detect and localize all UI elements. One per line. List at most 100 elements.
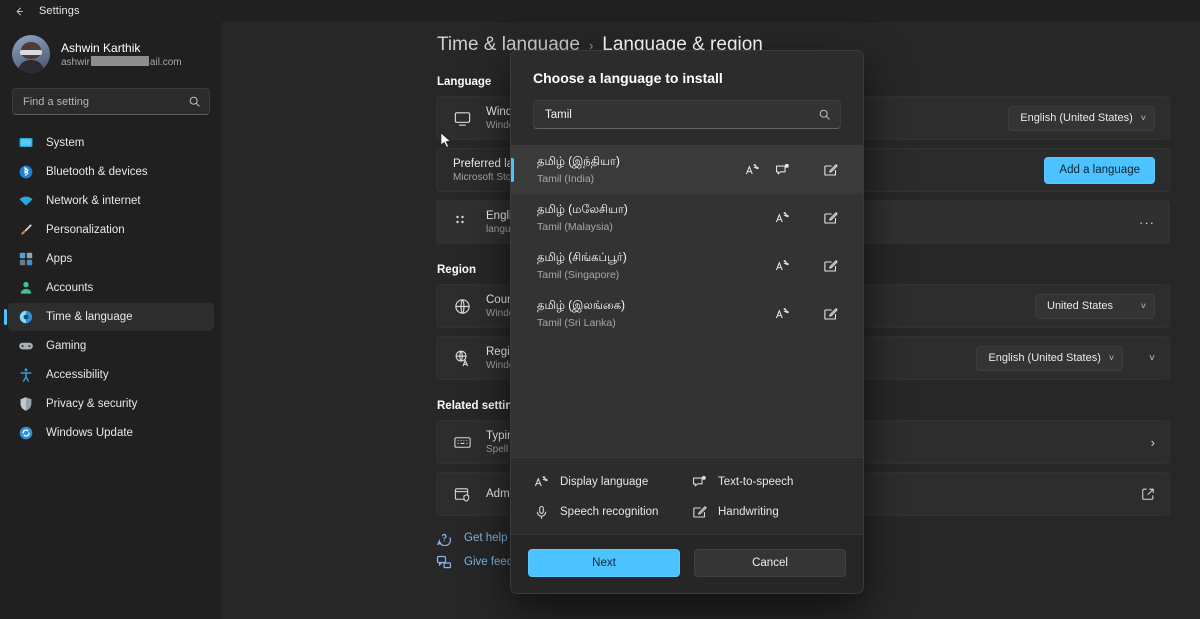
language-list-item[interactable]: தமிழ் (இலங்கை) Tamil (Sri Lanka) (511, 290, 863, 338)
sidebar: Ashwin Karthik ashwir ail.com Find a sett… (0, 22, 222, 619)
drag-handle-icon[interactable] (453, 213, 472, 232)
account-block[interactable]: Ashwin Karthik ashwir ail.com (0, 22, 222, 73)
country-region-dropdown[interactable]: United States ˅ (1035, 293, 1155, 319)
language-feature-icons (767, 208, 845, 228)
language-list-item[interactable]: தமிழ் (சிங்கப்பூர்) Tamil (Singapore) (511, 242, 863, 290)
email-redaction (90, 55, 149, 66)
sidebar-item-label: Time & language (46, 311, 133, 323)
avatar (12, 35, 50, 73)
sidebar-item-network-internet[interactable]: Network & internet (8, 187, 214, 215)
refresh-icon (18, 425, 34, 441)
sidebar-item-bluetooth-devices[interactable]: Bluetooth & devices (8, 158, 214, 186)
monitor-icon (18, 135, 34, 151)
globe-icon (453, 297, 472, 316)
dropdown-value: English (United States) (988, 352, 1101, 364)
settings-window: Settings Ashwin Karthik ashwir ail.com Fi… (0, 0, 1200, 619)
legend-display-language: Display language (533, 474, 691, 490)
legend-text-to-speech: Text-to-speech (691, 474, 841, 490)
sidebar-item-label: Accounts (46, 282, 94, 294)
back-button[interactable] (8, 2, 30, 20)
cancel-button[interactable]: Cancel (694, 549, 846, 577)
language-search-input[interactable]: Tamil (533, 100, 841, 129)
wifi-icon (18, 193, 34, 209)
language-feature-icons (767, 256, 845, 276)
expand-chevron-icon[interactable]: ˅ (1149, 353, 1155, 364)
chevron-down-icon: ˅ (1108, 353, 1115, 363)
language-feature-icons (767, 304, 845, 324)
chevron-down-icon: ˅ (1140, 301, 1146, 311)
keyboard-icon (453, 433, 472, 452)
dropdown-value: English (United States) (1020, 112, 1133, 124)
legend-handwriting: Handwriting (691, 504, 841, 520)
sidebar-item-personalization[interactable]: Personalization (8, 216, 214, 244)
display-language-icon (737, 160, 767, 180)
gamepad-icon (18, 338, 34, 354)
email-prefix: ashwir (61, 56, 90, 68)
text-to-speech-icon (691, 474, 707, 490)
sidebar-item-accounts[interactable]: Accounts (8, 274, 214, 302)
language-list[interactable]: தமிழ் (இந்தியா) Tamil (India) தமிழ் (மலே… (511, 145, 863, 458)
dialog-footer: Next Cancel (511, 534, 863, 593)
person-icon (18, 280, 34, 296)
handwriting-icon (815, 160, 845, 180)
admin-settings-icon (453, 485, 472, 504)
email-suffix: ail.com (149, 56, 182, 68)
dialog-title: Choose a language to install (533, 70, 723, 86)
external-link-icon[interactable] (1141, 487, 1155, 501)
language-english-name: Tamil (Malaysia) (537, 220, 613, 233)
legend-label: Handwriting (718, 506, 779, 518)
language-feature-icons (737, 160, 845, 180)
next-button[interactable]: Next (528, 549, 680, 577)
account-email: ashwir ail.com (61, 55, 182, 68)
sidebar-item-accessibility[interactable]: Accessibility (8, 361, 214, 389)
sidebar-item-privacy-security[interactable]: Privacy & security (8, 390, 214, 418)
search-input[interactable]: Find a setting (12, 88, 210, 115)
legend-label: Speech recognition (560, 506, 659, 518)
sidebar-item-label: Privacy & security (46, 398, 138, 410)
accessibility-person-icon (18, 367, 34, 383)
feature-legend: Display language Text-to-speech Speech r… (511, 458, 863, 534)
regional-format-dropdown[interactable]: English (United States) ˅ (976, 345, 1124, 371)
language-list-item[interactable]: தமிழ் (மலேசியா) Tamil (Malaysia) (511, 194, 863, 242)
display-language-icon (767, 304, 797, 324)
shield-icon (18, 396, 34, 412)
search-icon (819, 109, 830, 120)
sidebar-item-time-language[interactable]: Time & language (4, 303, 214, 331)
sidebar-item-label: Bluetooth & devices (46, 166, 148, 178)
legend-speech-recognition: Speech recognition (533, 504, 691, 520)
handwriting-icon (815, 208, 845, 228)
microphone-icon (533, 504, 549, 520)
search-icon (189, 96, 200, 107)
chevron-down-icon: ˅ (1140, 113, 1146, 123)
clock-globe-icon (18, 309, 34, 325)
handwriting-icon (691, 504, 707, 520)
title-bar: Settings (0, 0, 1200, 22)
overflow-menu-button[interactable]: ··· (1139, 215, 1155, 230)
sidebar-item-label: Gaming (46, 340, 87, 352)
account-name: Ashwin Karthik (61, 40, 141, 55)
add-a-language-button[interactable]: Add a language (1044, 156, 1155, 184)
dropdown-value: United States (1047, 300, 1114, 312)
language-native-name: தமிழ் (மலேசியா) (537, 203, 628, 216)
sidebar-nav: System Bluetooth & devices Network & int… (0, 129, 222, 447)
sidebar-item-label: Accessibility (46, 369, 109, 381)
sidebar-item-system[interactable]: System (8, 129, 214, 157)
display-language-icon (767, 256, 797, 276)
apps-grid-icon (18, 251, 34, 267)
search-placeholder: Find a setting (23, 95, 90, 108)
language-list-item[interactable]: தமிழ் (இந்தியா) Tamil (India) (511, 146, 863, 194)
monitor-icon (453, 109, 472, 128)
bluetooth-icon (18, 164, 34, 180)
sidebar-item-apps[interactable]: Apps (8, 245, 214, 273)
regional-format-icon (453, 349, 472, 368)
paintbrush-icon (18, 222, 34, 238)
sidebar-item-windows-update[interactable]: Windows Update (8, 419, 214, 447)
language-english-name: Tamil (Singapore) (537, 268, 620, 281)
chevron-right-icon[interactable]: › (1151, 435, 1155, 450)
language-english-name: Tamil (India) (537, 172, 595, 185)
sidebar-item-gaming[interactable]: Gaming (8, 332, 214, 360)
choose-language-dialog: Choose a language to install Tamil தமிழ்… (510, 50, 864, 594)
handwriting-icon (815, 304, 845, 324)
language-native-name: தமிழ் (இலங்கை) (537, 299, 625, 312)
display-language-dropdown[interactable]: English (United States) ˅ (1008, 105, 1155, 131)
